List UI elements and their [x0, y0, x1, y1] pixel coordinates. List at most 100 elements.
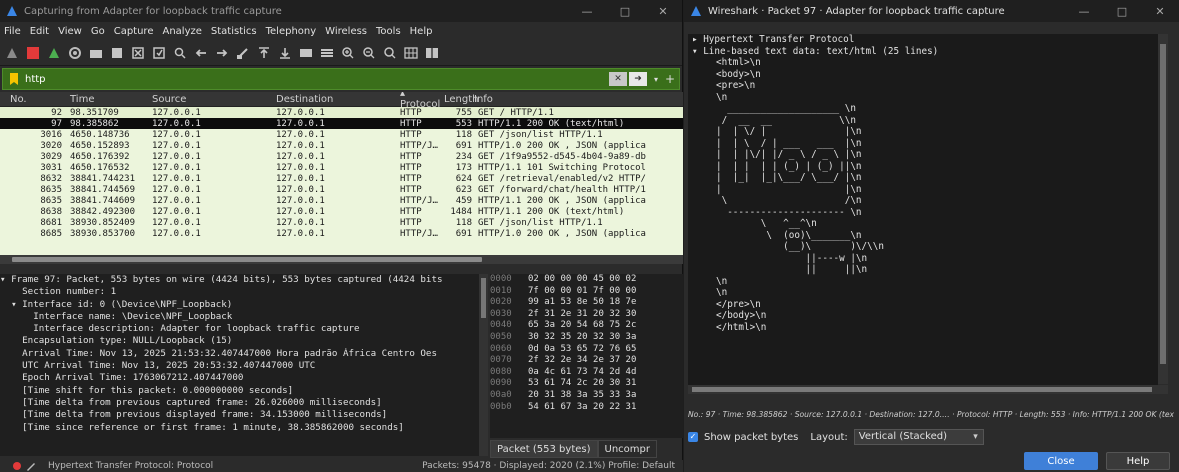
table-row[interactable]: 8681 38930.852409 127.0.0.1 127.0.0.1 HTTP 11…: [0, 217, 683, 228]
detail-line[interactable]: [Time delta from previous displayed fram…: [0, 409, 488, 421]
detail-line[interactable]: Arrival Time: Nov 13, 2025 21:53:32.4074…: [0, 348, 488, 360]
tree-line[interactable]: \ (oo)\_______\n: [688, 230, 1158, 242]
col-info[interactable]: Info: [474, 94, 683, 105]
byte-line[interactable]: 0040 65 3a 20 54 68 75 2c: [490, 320, 683, 332]
menu-statistics[interactable]: Statistics: [211, 26, 257, 37]
col-time[interactable]: Time: [66, 94, 152, 105]
byte-line[interactable]: 0010 7f 00 00 01 7f 00 00: [490, 286, 683, 298]
hscroll-thumb[interactable]: [12, 257, 482, 262]
tab-packet-bytes[interactable]: Packet (553 bytes): [490, 440, 598, 458]
tree-line[interactable]: ||----w |\n: [688, 253, 1158, 265]
tree-line[interactable]: | | | | | (_) | (_) ||\n: [688, 161, 1158, 173]
tree-line[interactable]: <body>\n: [688, 69, 1158, 81]
tree-line[interactable]: \ ^__^\n: [688, 218, 1158, 230]
packet-tree-vscroll[interactable]: [1158, 34, 1168, 384]
detail-line[interactable]: ▾ Interface id: 0 (\Device\NPF_Loopback): [0, 299, 488, 311]
byte-line[interactable]: 00b0 54 61 67 3a 20 22 31: [490, 402, 683, 414]
display-filter-input[interactable]: [25, 73, 609, 85]
resize-columns-icon[interactable]: [403, 45, 419, 61]
detail-line[interactable]: Section number: 1: [0, 286, 488, 298]
tree-line[interactable]: || ||\n: [688, 264, 1158, 276]
detail-line[interactable]: ▾ Frame 97: Packet, 553 bytes on wire (4…: [0, 274, 488, 286]
detail-line[interactable]: Encapsulation type: NULL/Loopback (15): [0, 335, 488, 347]
minimize-icon[interactable]: —: [1065, 5, 1103, 18]
close-button[interactable]: Close: [1024, 452, 1098, 470]
maximize-icon[interactable]: □: [1103, 5, 1141, 18]
table-row[interactable]: 3020 4650.152893 127.0.0.1 127.0.0.1 HTTP/J……: [0, 140, 683, 151]
go-first-icon[interactable]: [256, 45, 272, 61]
packet-list-hscroll[interactable]: [0, 255, 683, 264]
packet-tree-hscroll-thumb[interactable]: [692, 387, 1152, 392]
col-no[interactable]: No.: [0, 94, 66, 105]
table-row[interactable]: 8638 38842.492300 127.0.0.1 127.0.0.1 HTTP 14…: [0, 206, 683, 217]
tree-line[interactable]: | | |\/| |/ _ \ / _ \ |\n: [688, 149, 1158, 161]
detail-line[interactable]: Epoch Arrival Time: 1763067212.407447000: [0, 372, 488, 384]
menu-edit[interactable]: Edit: [30, 26, 49, 37]
byte-line[interactable]: 0090 53 61 74 2c 20 30 31: [490, 378, 683, 390]
table-row[interactable]: 3016 4650.148736 127.0.0.1 127.0.0.1 HTTP 118…: [0, 129, 683, 140]
menu-help[interactable]: Help: [410, 26, 433, 37]
show-bytes-checkbox[interactable]: ✓: [688, 432, 698, 442]
menu-file[interactable]: File: [4, 26, 21, 37]
byte-line[interactable]: 0030 2f 31 2e 31 20 32 30: [490, 309, 683, 321]
tree-line[interactable]: \n: [688, 92, 1158, 104]
layout-icon[interactable]: [424, 45, 440, 61]
detail-line[interactable]: Interface description: Adapter for loopb…: [0, 323, 488, 335]
table-row[interactable]: 8632 38841.744231 127.0.0.1 127.0.0.1 HTTP 62…: [0, 173, 683, 184]
details-vscroll-thumb[interactable]: [481, 278, 486, 318]
table-row[interactable]: 97 98.385862 127.0.0.1 127.0.0.1 HTTP 553 HTTP…: [0, 118, 683, 129]
save-file-icon[interactable]: [109, 45, 125, 61]
open-file-icon[interactable]: [88, 45, 104, 61]
table-row[interactable]: 3029 4650.176392 127.0.0.1 127.0.0.1 HTTP 234…: [0, 151, 683, 162]
packet-tree-vscroll-thumb[interactable]: [1160, 44, 1166, 364]
reload-file-icon[interactable]: [151, 45, 167, 61]
start-capture-icon[interactable]: [4, 45, 20, 61]
menu-capture[interactable]: Capture: [114, 26, 154, 37]
table-row[interactable]: 92 98.351709 127.0.0.1 127.0.0.1 HTTP 755 GET …: [0, 107, 683, 118]
tree-line[interactable]: ____________________ \n: [688, 103, 1158, 115]
detail-line[interactable]: Interface name: \Device\NPF_Loopback: [0, 311, 488, 323]
colorize-icon[interactable]: [319, 45, 335, 61]
byte-line[interactable]: 0050 30 32 35 20 32 30 3a: [490, 332, 683, 344]
col-length[interactable]: Length: [444, 94, 479, 105]
menu-wireless[interactable]: Wireless: [325, 26, 367, 37]
close-icon[interactable]: ✕: [1141, 5, 1179, 18]
menu-tools[interactable]: Tools: [376, 26, 401, 37]
detail-line[interactable]: [Time delta from previous captured frame…: [0, 397, 488, 409]
capture-status-icon[interactable]: [12, 461, 22, 471]
zoom-in-icon[interactable]: [340, 45, 356, 61]
table-row[interactable]: 8685 38930.853700 127.0.0.1 127.0.0.1 HTTP/J…: [0, 228, 683, 239]
help-button[interactable]: Help: [1106, 452, 1170, 470]
tree-line[interactable]: </body>\n: [688, 310, 1158, 322]
byte-line[interactable]: 0080 0a 4c 61 73 74 2d 4d: [490, 367, 683, 379]
close-icon[interactable]: ✕: [644, 5, 682, 18]
detail-line[interactable]: [Time shift for this packet: 0.000000000…: [0, 385, 488, 397]
go-back-icon[interactable]: [193, 45, 209, 61]
tree-line[interactable]: (__)\ )\/\\n: [688, 241, 1158, 253]
tree-line[interactable]: </html>\n: [688, 322, 1158, 334]
add-filter-button-icon[interactable]: +: [663, 72, 677, 86]
close-file-icon[interactable]: [130, 45, 146, 61]
table-row[interactable]: 8635 38841.744609 127.0.0.1 127.0.0.1 HTTP/J…: [0, 195, 683, 206]
clear-filter-icon[interactable]: ✕: [609, 72, 627, 86]
capture-options-icon[interactable]: [67, 45, 83, 61]
find-packet-icon[interactable]: [172, 45, 188, 61]
tree-line[interactable]: | |_| |_|\___/ \___/ |\n: [688, 172, 1158, 184]
tab-uncompressed[interactable]: Uncompr: [597, 440, 657, 458]
go-to-packet-icon[interactable]: [235, 45, 251, 61]
byte-line[interactable]: 0020 99 a1 53 8e 50 18 7e: [490, 297, 683, 309]
byte-line[interactable]: 00a0 20 31 38 3a 35 33 3a: [490, 390, 683, 402]
restart-capture-icon[interactable]: [46, 45, 62, 61]
col-destination[interactable]: Destination: [276, 94, 400, 105]
col-source[interactable]: Source: [152, 94, 276, 105]
maximize-icon[interactable]: □: [606, 5, 644, 18]
tree-line[interactable]: / __ __ \\n: [688, 115, 1158, 127]
tree-line[interactable]: ▸ Hypertext Transfer Protocol: [688, 34, 1158, 46]
tree-line[interactable]: ▾ Line-based text data: text/html (25 li…: [688, 46, 1158, 58]
byte-line[interactable]: 0070 2f 32 2e 34 2e 37 20: [490, 355, 683, 367]
menu-go[interactable]: Go: [91, 26, 105, 37]
go-forward-icon[interactable]: [214, 45, 230, 61]
layout-select[interactable]: Vertical (Stacked): [853, 429, 984, 445]
tree-line[interactable]: --------------------- \n: [688, 207, 1158, 219]
tree-line[interactable]: \n: [688, 276, 1158, 288]
